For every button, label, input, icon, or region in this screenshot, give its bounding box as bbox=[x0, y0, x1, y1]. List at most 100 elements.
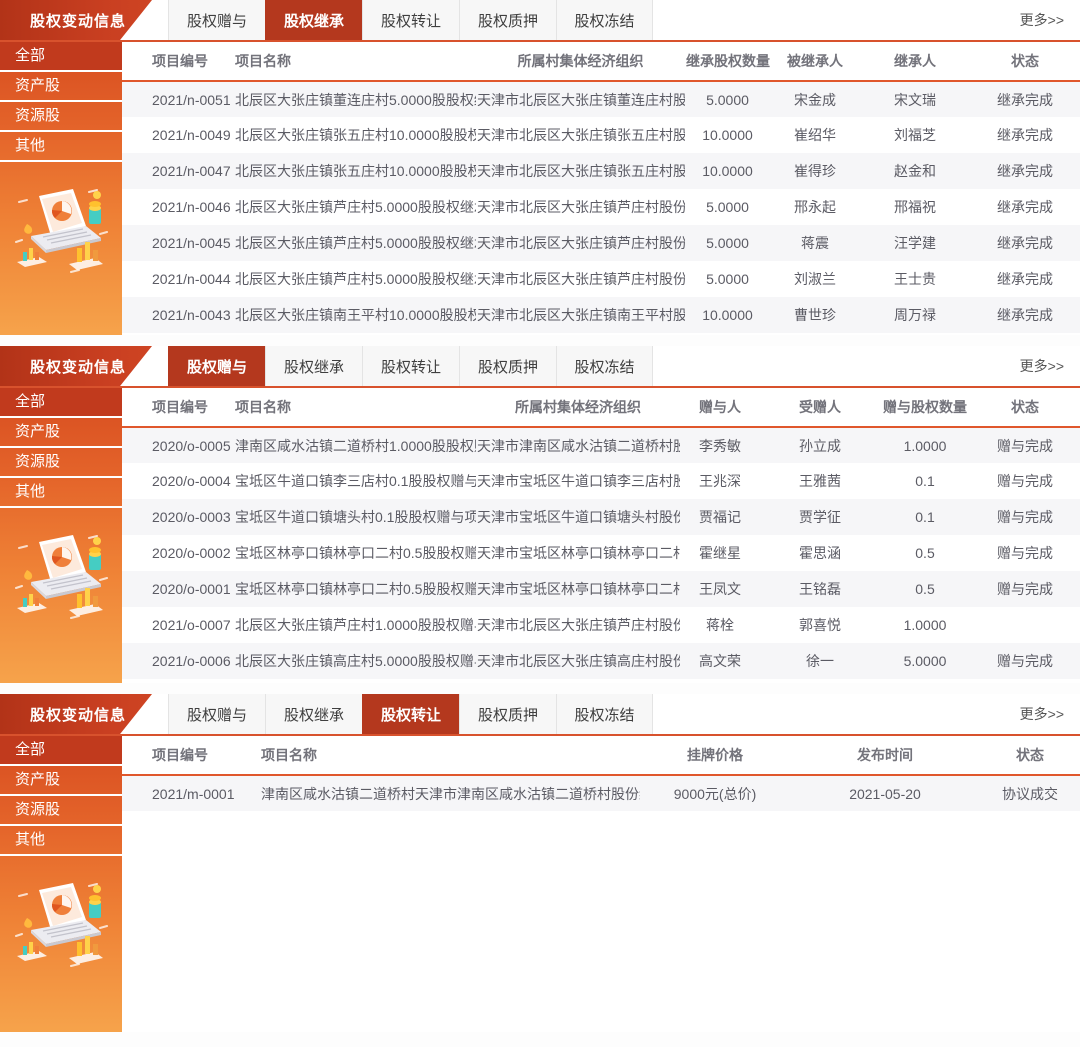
tab-freeze[interactable]: 股权冻结 bbox=[556, 694, 653, 734]
table-cell: 周万禄 bbox=[860, 297, 970, 333]
table-row[interactable]: 2020/o-0003宝坻区牛道口镇塘头村0.1股股权赠与项目天津市宝坻区牛道口… bbox=[122, 499, 1080, 535]
table-cell: 2020/o-0001 bbox=[122, 571, 234, 607]
table-cell: 天津市北辰区大张庄镇南王平村股... bbox=[476, 297, 685, 333]
sidebar-item-resource-shares[interactable]: 资源股 bbox=[0, 796, 122, 826]
sidebar-items: 全部资产股资源股其他 bbox=[0, 42, 122, 162]
tab-transfer[interactable]: 股权转让 bbox=[362, 0, 459, 40]
tab-strip: 股权赠与股权继承股权转让股权质押股权冻结 bbox=[168, 0, 653, 40]
table-cell: 天津市北辰区大张庄镇芦庄村股份... bbox=[476, 189, 685, 225]
records-table: 项目编号项目名称所属村集体经济组织继承股权数量被继承人继承人状态 2021/n-… bbox=[122, 42, 1080, 333]
more-link[interactable]: 更多>> bbox=[1020, 704, 1080, 724]
tab-pledge[interactable]: 股权质押 bbox=[459, 0, 556, 40]
table-cell: 崔得珍 bbox=[770, 153, 860, 189]
table-cell: 津南区咸水沽镇二道桥村1.0000股股权赠... bbox=[234, 427, 476, 463]
column-header: 继承人 bbox=[860, 42, 970, 81]
table-cell: 宝坻区牛道口镇李三店村0.1股股权赠与项目 bbox=[234, 463, 476, 499]
table-row[interactable]: 2021/m-0001津南区咸水沽镇二道桥村天津市津南区咸水沽镇二道桥村股份经.… bbox=[122, 775, 1080, 811]
table-row[interactable]: 2021/n-0044北辰区大张庄镇芦庄村5.0000股股权继承...天津市北辰… bbox=[122, 261, 1080, 297]
table-row[interactable]: 2021/n-0047北辰区大张庄镇张五庄村10.0000股股权继...天津市北… bbox=[122, 153, 1080, 189]
table-row[interactable]: 2020/o-0005津南区咸水沽镇二道桥村1.0000股股权赠...天津市津南… bbox=[122, 427, 1080, 463]
table-cell: 继承完成 bbox=[970, 261, 1080, 297]
tab-gift[interactable]: 股权赠与 bbox=[168, 694, 265, 734]
table-cell: 刘福芝 bbox=[860, 117, 970, 153]
table-cell: 北辰区大张庄镇张五庄村10.0000股股权继... bbox=[234, 153, 476, 189]
table-cell: 赠与完成 bbox=[970, 643, 1080, 679]
table-row[interactable]: 2020/o-0001宝坻区林亭口镇林亭口二村0.5股股权赠与...天津市宝坻区… bbox=[122, 571, 1080, 607]
laptop-analytics-illustration bbox=[13, 532, 109, 624]
column-header: 项目名称 bbox=[260, 736, 640, 775]
table-cell: 2021/n-0051 bbox=[122, 81, 234, 117]
table-cell: 王士贵 bbox=[860, 261, 970, 297]
table-cell: 5.0000 bbox=[685, 189, 770, 225]
table-cell: 0.1 bbox=[880, 463, 970, 499]
table-cell: 继承完成 bbox=[970, 81, 1080, 117]
table-cell: 北辰区大张庄镇芦庄村5.0000股股权继承... bbox=[234, 189, 476, 225]
sidebar-item-other[interactable]: 其他 bbox=[0, 826, 122, 856]
tab-transfer[interactable]: 股权转让 bbox=[362, 694, 459, 734]
column-header: 项目名称 bbox=[234, 388, 476, 427]
tab-inherit[interactable]: 股权继承 bbox=[265, 346, 362, 386]
records-table: 项目编号项目名称所属村集体经济组织赠与人受赠人赠与股权数量状态 2020/o-0… bbox=[122, 388, 1080, 679]
table-cell: 2021-05-20 bbox=[790, 775, 980, 811]
table-cell: 2021/m-0001 bbox=[122, 775, 260, 811]
table-cell: 北辰区大张庄镇张五庄村10.0000股股权继... bbox=[234, 117, 476, 153]
sidebar-item-all[interactable]: 全部 bbox=[0, 736, 122, 766]
section-header: 股权变动信息 股权赠与股权继承股权转让股权质押股权冻结 更多>> bbox=[0, 346, 1080, 388]
sidebar-item-asset-shares[interactable]: 资产股 bbox=[0, 766, 122, 796]
table-row[interactable]: 2021/o-0007北辰区大张庄镇芦庄村1.0000股股权赠与...天津市北辰… bbox=[122, 607, 1080, 643]
table-cell: 2021/o-0006 bbox=[122, 643, 234, 679]
tab-inherit[interactable]: 股权继承 bbox=[265, 694, 362, 734]
more-link[interactable]: 更多>> bbox=[1020, 10, 1080, 30]
table-row[interactable]: 2021/n-0045北辰区大张庄镇芦庄村5.0000股股权继承...天津市北辰… bbox=[122, 225, 1080, 261]
column-header: 被继承人 bbox=[770, 42, 860, 81]
sidebar-item-all[interactable]: 全部 bbox=[0, 388, 122, 418]
table-cell: 汪学建 bbox=[860, 225, 970, 261]
table-cell: 2021/n-0046 bbox=[122, 189, 234, 225]
table-cell: 2021/n-0043 bbox=[122, 297, 234, 333]
table-cell: 天津市津南区咸水沽镇二道桥村股... bbox=[476, 427, 680, 463]
table-cell: 2021/n-0045 bbox=[122, 225, 234, 261]
table-cell: 2021/n-0049 bbox=[122, 117, 234, 153]
more-link[interactable]: 更多>> bbox=[1020, 356, 1080, 376]
tab-freeze[interactable]: 股权冻结 bbox=[556, 346, 653, 386]
table-row[interactable]: 2020/o-0004宝坻区牛道口镇李三店村0.1股股权赠与项目天津市宝坻区牛道… bbox=[122, 463, 1080, 499]
sidebar-item-resource-shares[interactable]: 资源股 bbox=[0, 448, 122, 478]
column-header: 项目名称 bbox=[234, 42, 476, 81]
tab-transfer[interactable]: 股权转让 bbox=[362, 346, 459, 386]
table-header-row: 项目编号项目名称所属村集体经济组织继承股权数量被继承人继承人状态 bbox=[122, 42, 1080, 81]
table-row[interactable]: 2021/n-0051北辰区大张庄镇董连庄村5.0000股股权继...天津市北辰… bbox=[122, 81, 1080, 117]
tab-gift[interactable]: 股权赠与 bbox=[168, 0, 265, 40]
column-header: 赠与股权数量 bbox=[880, 388, 970, 427]
table-row[interactable]: 2021/n-0046北辰区大张庄镇芦庄村5.0000股股权继承...天津市北辰… bbox=[122, 189, 1080, 225]
section-banner: 股权变动信息 bbox=[0, 346, 152, 386]
table-row[interactable]: 2021/n-0049北辰区大张庄镇张五庄村10.0000股股权继...天津市北… bbox=[122, 117, 1080, 153]
table-cell: 5.0000 bbox=[685, 261, 770, 297]
tab-inherit[interactable]: 股权继承 bbox=[265, 0, 362, 40]
table-cell: 赠与完成 bbox=[970, 427, 1080, 463]
tab-pledge[interactable]: 股权质押 bbox=[459, 346, 556, 386]
sidebar-item-resource-shares[interactable]: 资源股 bbox=[0, 102, 122, 132]
table-cell: 霍思涵 bbox=[760, 535, 880, 571]
category-sidebar: 全部资产股资源股其他 bbox=[0, 736, 122, 1032]
table-row[interactable]: 2020/o-0002宝坻区林亭口镇林亭口二村0.5股股权赠与...天津市宝坻区… bbox=[122, 535, 1080, 571]
table-cell: 天津市宝坻区林亭口镇林亭口二村... bbox=[476, 535, 680, 571]
table-cell: 0.5 bbox=[880, 571, 970, 607]
table-row[interactable]: 2021/o-0006北辰区大张庄镇高庄村5.0000股股权赠与...天津市北辰… bbox=[122, 643, 1080, 679]
section-body: 全部资产股资源股其他 bbox=[0, 42, 1080, 335]
sidebar-item-asset-shares[interactable]: 资产股 bbox=[0, 418, 122, 448]
sidebar-item-other[interactable]: 其他 bbox=[0, 132, 122, 162]
table-cell: 赠与完成 bbox=[970, 535, 1080, 571]
sidebar-item-asset-shares[interactable]: 资产股 bbox=[0, 72, 122, 102]
tab-pledge[interactable]: 股权质押 bbox=[459, 694, 556, 734]
sidebar-item-other[interactable]: 其他 bbox=[0, 478, 122, 508]
table-cell: 天津市北辰区大张庄镇芦庄村股份... bbox=[476, 261, 685, 297]
sidebar-item-all[interactable]: 全部 bbox=[0, 42, 122, 72]
tab-gift[interactable]: 股权赠与 bbox=[168, 346, 265, 386]
records-table-wrap: 项目编号项目名称所属村集体经济组织赠与人受赠人赠与股权数量状态 2020/o-0… bbox=[122, 388, 1080, 683]
table-cell: 10.0000 bbox=[685, 117, 770, 153]
table-row[interactable]: 2021/n-0043北辰区大张庄镇南王平村10.0000股股权继...天津市北… bbox=[122, 297, 1080, 333]
tab-freeze[interactable]: 股权冻结 bbox=[556, 0, 653, 40]
laptop-analytics-illustration bbox=[13, 880, 109, 972]
table-cell: 10.0000 bbox=[685, 297, 770, 333]
table-header-row: 项目编号项目名称挂牌价格发布时间状态 bbox=[122, 736, 1080, 775]
